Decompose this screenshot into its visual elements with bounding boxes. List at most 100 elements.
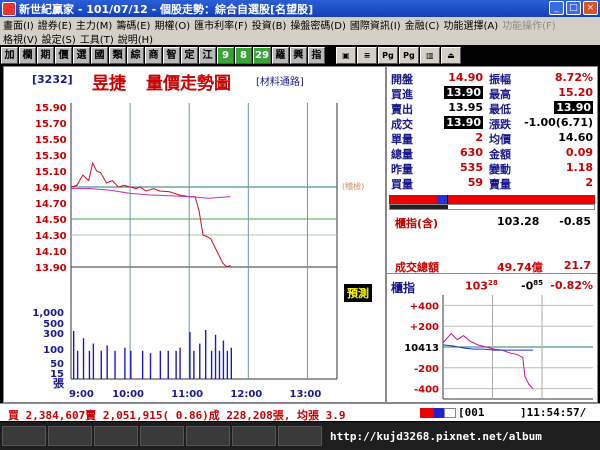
- price-tick-label: 15.10: [35, 167, 67, 178]
- toolbar-button-7[interactable]: 類: [109, 46, 126, 64]
- price-volume-svg[interactable]: 15.90 15.70 15.50 15.30 15.10 14.90 14.70 14.50…: [4, 67, 385, 402]
- page2-icon[interactable]: Pg: [398, 46, 419, 64]
- menu-item-4[interactable]: 籌碼(E): [116, 17, 150, 32]
- average-price-line: [71, 188, 231, 199]
- volume-bar: [130, 350, 132, 379]
- menu-item-8[interactable]: 操盤密碼(D): [290, 17, 346, 32]
- toolbar-button-3[interactable]: 期: [37, 46, 54, 64]
- price-tick-label: 14.90: [35, 183, 67, 194]
- menu-item-2[interactable]: 證券(E): [38, 17, 72, 32]
- quote-value-buyvol: 59: [467, 176, 483, 189]
- menu2-item-1[interactable]: 格視(V): [3, 31, 38, 46]
- quote-row-open: 開盤 14.90 振幅 8.72%: [391, 71, 593, 86]
- toolbar-button-1[interactable]: 加: [1, 46, 18, 64]
- menu-item-7[interactable]: 投資(B): [252, 17, 287, 32]
- toolbar-button-8[interactable]: 綜: [127, 46, 144, 64]
- time-tick-label: 13:00: [290, 389, 322, 400]
- toolbar-button-2[interactable]: 欄: [19, 46, 36, 64]
- price-tick-label: 14.70: [35, 199, 67, 210]
- quote-value-ask: 13.95: [448, 101, 483, 114]
- toolbar-button-13[interactable]: 9: [217, 46, 234, 64]
- quote-value-var: 1.18: [565, 161, 593, 174]
- mini-index-svg[interactable]: +400 +200 10413 -200 -400: [387, 291, 597, 403]
- price-tick-label: 15.30: [35, 151, 67, 162]
- menu2-item-3[interactable]: 工具(T): [80, 31, 114, 46]
- quote-value-bid: 13.90: [444, 86, 483, 99]
- volume-bar: [226, 350, 229, 379]
- volume-bar: [82, 338, 85, 379]
- quote-label-total: 總量: [391, 148, 413, 161]
- page-icon[interactable]: Pg: [377, 46, 398, 64]
- quote-value-open: 14.90: [448, 71, 483, 84]
- volume-bar: [114, 350, 116, 379]
- volume-bar: [159, 350, 162, 379]
- status-bar: 買 2,384,607賣 2,051,915( 0.86)成 228,208張,…: [0, 403, 600, 422]
- quote-value-amplitude: 8.72%: [554, 71, 593, 84]
- task-item-1[interactable]: [2, 426, 46, 446]
- quote-label-high: 最高: [489, 88, 511, 101]
- quote-row-vol: 單量 2 均價 14.60: [391, 131, 593, 146]
- toolbar-button-11[interactable]: 定: [181, 46, 198, 64]
- price-tick-label: 15.70: [35, 119, 67, 130]
- order-number[interactable]: [001: [458, 406, 485, 419]
- task-item-4[interactable]: [140, 426, 184, 446]
- quote-label-open: 開盤: [391, 73, 413, 86]
- volume-tick-label: 300: [43, 329, 64, 340]
- price-tick-label: 13.90: [35, 263, 67, 274]
- quote-row-yest: 昨量 535 變動 1.18: [391, 161, 593, 176]
- price-tick-label: 14.10: [35, 247, 67, 258]
- title-bar: 新世紀贏家 - 101/07/12 - 個股走勢：綜合自選股[名望股] _ □ …: [0, 0, 600, 17]
- menu-item-9[interactable]: 國際資訊(I): [350, 17, 401, 32]
- mini-tick-label: +400: [410, 301, 439, 312]
- menu2-item-2[interactable]: 設定(S): [42, 31, 76, 46]
- menu-item-11[interactable]: 功能選擇(A): [443, 17, 498, 32]
- volume-bar: [214, 334, 217, 379]
- toolbar-button-16[interactable]: 羅: [271, 46, 289, 64]
- toolbar-button-4[interactable]: 價: [55, 46, 72, 64]
- chart-icon[interactable]: ▣: [335, 46, 356, 64]
- time-tick-label: 9:00: [69, 389, 94, 400]
- toolbar-button-6[interactable]: 國: [91, 46, 108, 64]
- volume-bar: [175, 350, 177, 379]
- taskbar: http://kujd3268.pixnet.net/album: [0, 422, 600, 450]
- volume-bar: [222, 340, 225, 379]
- toolbar-button-17[interactable]: 興: [289, 46, 307, 64]
- menu-row-1: 畫面(I) 證券(E) 主力(M) 籌碼(E) 期權(O) 匯市利率(F) 投資(B) 操盤密…: [0, 17, 600, 32]
- task-item-2[interactable]: [48, 426, 92, 446]
- toolbar-button-12[interactable]: 江: [199, 46, 216, 64]
- toolbar-button-5[interactable]: 選: [73, 46, 90, 64]
- graph-icon[interactable]: ▥: [419, 46, 440, 64]
- menu2-item-4[interactable]: 說明(H): [118, 31, 153, 46]
- news-icon[interactable]: ≡: [356, 46, 377, 64]
- task-item-7[interactable]: [278, 426, 322, 446]
- quote-label-amplitude: 振幅: [489, 73, 511, 86]
- menu-item-12[interactable]: 功能操作(F): [502, 17, 556, 32]
- task-item-6[interactable]: [232, 426, 276, 446]
- volume-bar: [189, 332, 191, 379]
- quote-value-amount: 0.09: [565, 146, 593, 159]
- volume-bar: [106, 345, 108, 379]
- price-tick-label: 14.30: [35, 231, 67, 242]
- toolbar-button-15[interactable]: 29: [253, 46, 271, 64]
- menu-item-5[interactable]: 期權(O): [154, 17, 190, 32]
- menu-item-6[interactable]: 匯市利率(F): [194, 17, 248, 32]
- menu-item-3[interactable]: 主力(M): [76, 17, 112, 32]
- toolbar-button-18[interactable]: 指: [307, 46, 325, 64]
- toolbar-button-9[interactable]: 商: [145, 46, 162, 64]
- exit-icon[interactable]: ⏏: [440, 46, 461, 64]
- close-button[interactable]: ×: [583, 1, 598, 15]
- minimize-button[interactable]: _: [549, 1, 564, 15]
- quote-row-total: 總量 630 金額 0.09: [391, 146, 593, 161]
- toolbar-button-14[interactable]: 8: [235, 46, 252, 64]
- volume-bar: [218, 350, 221, 379]
- menu-item-1[interactable]: 畫面(I): [3, 17, 34, 32]
- toolbar-button-10[interactable]: 智: [163, 46, 180, 64]
- task-item-3[interactable]: [94, 426, 138, 446]
- task-item-5[interactable]: [186, 426, 230, 446]
- price-tick-label: 14.50: [35, 215, 67, 226]
- maximize-button[interactable]: □: [566, 1, 581, 15]
- menu-item-10[interactable]: 金融(C): [405, 17, 440, 32]
- window-title: 新世紀贏家 - 101/07/12 - 個股走勢：綜合自選股[名望股]: [19, 2, 314, 16]
- quote-label-yest: 昨量: [391, 163, 413, 176]
- quote-label-amount: 金額: [489, 148, 511, 161]
